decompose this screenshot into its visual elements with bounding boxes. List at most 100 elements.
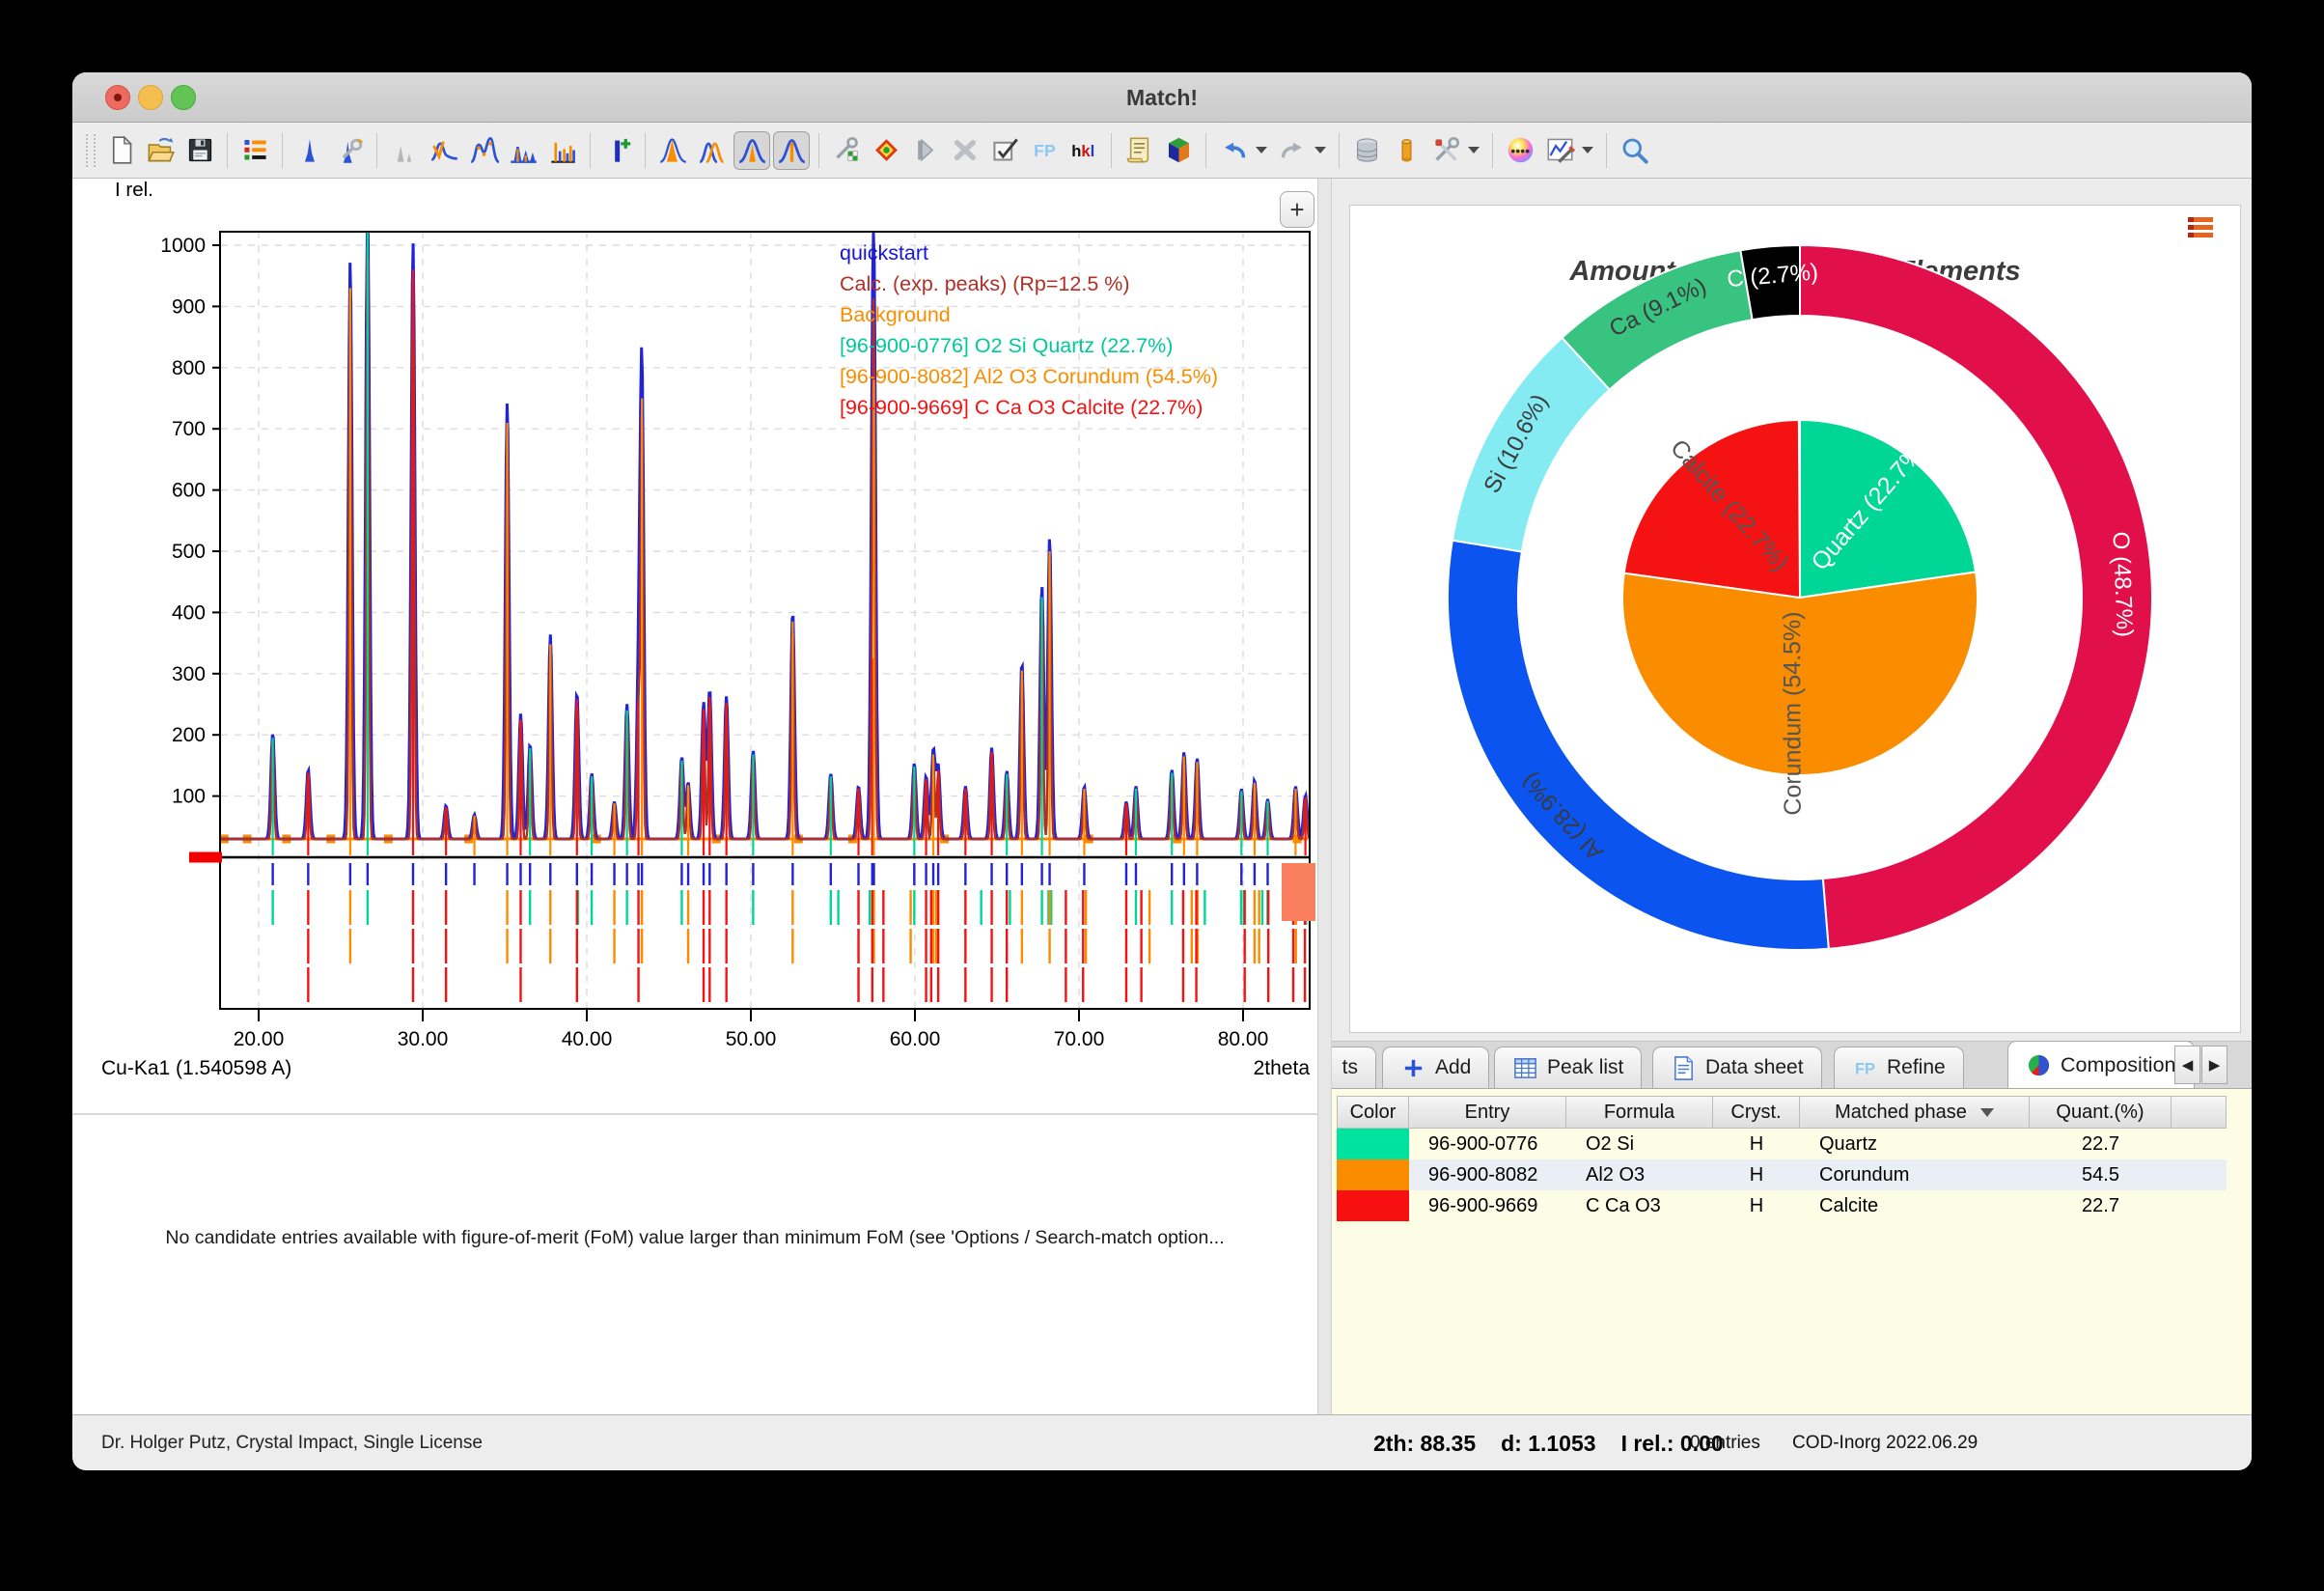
options-sphere-button[interactable] <box>1502 131 1538 170</box>
delete-entry-button[interactable] <box>947 131 983 170</box>
toolbar-drag-handle[interactable] <box>86 134 96 167</box>
fp-icon: FP <box>1852 1055 1878 1081</box>
status-bar: Dr. Holger Putz, Crystal Impact, Single … <box>72 1414 2252 1470</box>
cell-quant[interactable]: 22.7 <box>2030 1129 2172 1159</box>
cell-cryst[interactable]: H <box>1713 1159 1800 1190</box>
table-header-matched-phase[interactable]: Matched phase <box>1800 1096 2030 1129</box>
pattern-settings-dropdown-caret[interactable] <box>1582 147 1593 154</box>
range-marker-right[interactable] <box>1282 863 1315 921</box>
peak-orange-button[interactable] <box>654 131 691 170</box>
peak-edit-button[interactable] <box>505 131 541 170</box>
table-header-filler <box>2172 1096 2227 1129</box>
cell-entry[interactable]: 96-900-8082 <box>1409 1159 1566 1190</box>
x-axis-tick-label: 40.00 <box>562 1028 613 1050</box>
cell-matched-phase[interactable]: Quartz <box>1800 1129 2030 1159</box>
peak-search-icon <box>295 135 325 165</box>
hkl-view-button[interactable]: hkl <box>1065 131 1102 170</box>
cell-entry[interactable]: 96-900-9669 <box>1409 1190 1566 1221</box>
cell-formula[interactable]: Al2 O3 <box>1566 1159 1713 1190</box>
report-icon <box>1124 135 1154 165</box>
open-file-button[interactable] <box>142 131 179 170</box>
report-button[interactable] <box>1120 131 1157 170</box>
show-calc-pattern-button[interactable] <box>733 131 770 170</box>
table-header-cryst-[interactable]: Cryst. <box>1713 1096 1800 1129</box>
tab-data-sheet[interactable]: Data sheet <box>1652 1047 1822 1088</box>
tab-add[interactable]: Add <box>1382 1047 1489 1088</box>
phase-color-swatch[interactable] <box>1337 1190 1409 1221</box>
unit-cell-button[interactable] <box>1160 131 1197 170</box>
peaks-overlay-button[interactable] <box>694 131 731 170</box>
peak-search-options-button[interactable] <box>331 131 368 170</box>
cell-cryst[interactable]: H <box>1713 1129 1800 1159</box>
add-pattern-button[interactable]: + <box>1280 191 1314 228</box>
profile-gray-button[interactable] <box>386 131 423 170</box>
y-axis-tick-label: 1000 <box>160 235 206 257</box>
x-axis-tick-label: 80.00 <box>1218 1028 1269 1050</box>
y-axis-tick-label: 200 <box>172 724 206 746</box>
range-marker-left[interactable] <box>189 852 222 863</box>
element-label: O (48.7%) <box>2107 531 2137 637</box>
tab-scroll-right-button[interactable]: ▶ <box>2201 1046 2227 1084</box>
cell-cryst[interactable]: H <box>1713 1190 1800 1221</box>
phase-color-swatch[interactable] <box>1337 1129 1409 1159</box>
show-phase-pattern-button[interactable] <box>773 131 810 170</box>
tab-scroll-left-button[interactable]: ◀ <box>2174 1046 2200 1084</box>
table-row[interactable]: 96-900-0776O2 SiHQuartz22.7 <box>1337 1129 2227 1159</box>
search-match-button[interactable] <box>828 131 865 170</box>
horizontal-divider[interactable] <box>72 1113 1317 1115</box>
sort-descending-icon[interactable] <box>1980 1108 1994 1117</box>
tools-dropdown-caret[interactable] <box>1468 147 1480 154</box>
title-bar[interactable]: Match! <box>72 72 2252 123</box>
tab-composition[interactable]: Composition <box>2007 1041 2195 1088</box>
table-header-quant-[interactable]: Quant.(%) <box>2030 1096 2172 1129</box>
cell-entry[interactable]: 96-900-0776 <box>1409 1129 1566 1159</box>
vertical-splitter[interactable] <box>1317 179 1332 1414</box>
fp-calc-button[interactable]: FP <box>1026 131 1063 170</box>
database-button[interactable] <box>1348 131 1385 170</box>
pattern-settings-button[interactable] <box>1541 131 1578 170</box>
element-slice-Si[interactable] <box>1452 338 1610 552</box>
options-sphere-icon <box>1506 135 1536 165</box>
undo-dropdown-caret[interactable] <box>1256 147 1267 154</box>
profile-fit-button[interactable] <box>465 131 502 170</box>
table-header-color[interactable]: Color <box>1337 1096 1409 1129</box>
cell-formula[interactable]: C Ca O3 <box>1566 1190 1713 1221</box>
tab-refine[interactable]: FPRefine <box>1834 1047 1964 1088</box>
tab-peak-list[interactable]: Peak list <box>1494 1047 1642 1088</box>
pattern-bars-button[interactable] <box>544 131 581 170</box>
x-axis-tick-label: 20.00 <box>234 1028 285 1050</box>
diffraction-plot[interactable]: 100200300400500600700800900100020.0030.0… <box>72 179 1317 1113</box>
quick-identify-button[interactable] <box>868 131 904 170</box>
table-header-formula[interactable]: Formula <box>1566 1096 1713 1129</box>
cell-quant[interactable]: 22.7 <box>2030 1190 2172 1221</box>
peak-search-button[interactable] <box>291 131 328 170</box>
new-file-button[interactable] <box>102 131 139 170</box>
cell-formula[interactable]: O2 Si <box>1566 1129 1713 1159</box>
add-peak-button[interactable] <box>599 131 636 170</box>
diffraction-panel: 100200300400500600700800900100020.0030.0… <box>72 179 1317 1414</box>
cell-matched-phase[interactable]: Corundum <box>1800 1159 2030 1190</box>
undo-button[interactable] <box>1215 131 1252 170</box>
composition-donut-chart[interactable]: O (48.7%)Al (28.9%)Si (10.6%)Ca (9.1%)C … <box>1350 206 2240 1032</box>
cell-matched-phase[interactable]: Calcite <box>1800 1190 2030 1221</box>
phase-table: ColorEntryFormulaCryst.Matched phaseQuan… <box>1332 1089 2252 1414</box>
save-file-button[interactable] <box>181 131 218 170</box>
legend-item: quickstart <box>840 241 928 265</box>
add-column-button[interactable] <box>1388 131 1425 170</box>
x-axis-title: 2theta <box>1254 1057 1311 1079</box>
redo-button[interactable] <box>1274 131 1311 170</box>
phase-color-swatch[interactable] <box>1337 1159 1409 1190</box>
table-header-entry[interactable]: Entry <box>1409 1096 1566 1129</box>
zoom-search-button[interactable] <box>1616 131 1652 170</box>
entry-list-button[interactable] <box>236 131 273 170</box>
table-row[interactable]: 96-900-9669C Ca O3HCalcite22.7 <box>1337 1190 2227 1221</box>
profile-correct-button[interactable] <box>426 131 462 170</box>
toolbar-separator <box>1205 133 1206 168</box>
tab-overflow-fragment[interactable]: ts <box>1332 1047 1376 1088</box>
tools-button[interactable] <box>1427 131 1464 170</box>
cell-quant[interactable]: 54.5 <box>2030 1159 2172 1190</box>
table-row[interactable]: 96-900-8082Al2 O3HCorundum54.5 <box>1337 1159 2227 1190</box>
select-check-button[interactable] <box>986 131 1023 170</box>
redo-dropdown-caret[interactable] <box>1314 147 1326 154</box>
step-forward-button[interactable] <box>907 131 944 170</box>
